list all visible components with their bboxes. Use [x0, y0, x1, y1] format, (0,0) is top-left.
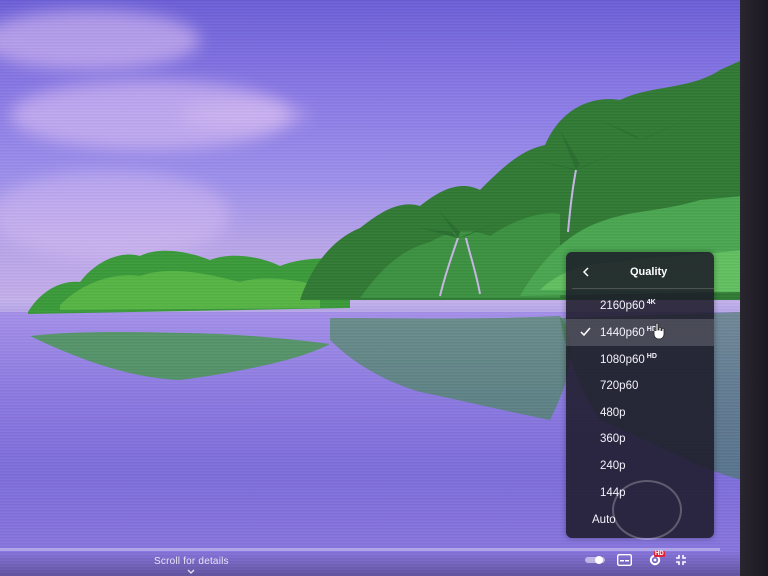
- monitor-frame: Scroll for details HD Quality 2160p60 4K…: [0, 0, 768, 576]
- monitor-bezel: [740, 0, 768, 576]
- quality-option-label: 2160p60: [600, 299, 645, 312]
- quality-option-240p[interactable]: 240p: [566, 453, 714, 480]
- quality-option-480p[interactable]: 480p: [566, 399, 714, 426]
- hd-badge: HD: [654, 551, 665, 557]
- quality-badge: 4K: [646, 298, 656, 306]
- quality-option-label: 1080p60: [600, 353, 645, 366]
- chevron-down-icon: [187, 568, 195, 576]
- quality-option-2160p60[interactable]: 2160p60 4K: [566, 292, 714, 319]
- hand-cursor-icon: [653, 322, 665, 340]
- channel-watermark: [612, 480, 682, 540]
- settings-gear-icon[interactable]: HD: [644, 551, 666, 567]
- quality-option-label: 480p: [600, 406, 626, 419]
- quality-option-label: 1440p60: [600, 326, 645, 339]
- quality-option-label: 240p: [600, 460, 626, 473]
- quality-menu-header[interactable]: Quality: [572, 258, 714, 289]
- quality-badge: HD: [646, 352, 657, 360]
- subtitles-icon[interactable]: [616, 553, 632, 567]
- quality-menu-title: Quality: [630, 266, 668, 278]
- quality-option-720p60[interactable]: 720p60: [566, 372, 714, 399]
- autoplay-toggle-icon[interactable]: [584, 553, 606, 567]
- chevron-left-icon[interactable]: [582, 266, 594, 280]
- quality-option-360p[interactable]: 360p: [566, 426, 714, 453]
- quality-option-label: 360p: [600, 433, 626, 446]
- check-icon: [580, 327, 591, 336]
- scroll-for-details[interactable]: Scroll for details: [154, 556, 229, 567]
- video-player[interactable]: Scroll for details HD Quality 2160p60 4K…: [0, 0, 742, 576]
- quality-option-1440p60[interactable]: 1440p60 HD: [566, 318, 714, 346]
- quality-option-1080p60[interactable]: 1080p60 HD: [566, 346, 714, 373]
- exit-fullscreen-icon[interactable]: [674, 553, 688, 567]
- quality-option-label: 720p60: [600, 379, 639, 392]
